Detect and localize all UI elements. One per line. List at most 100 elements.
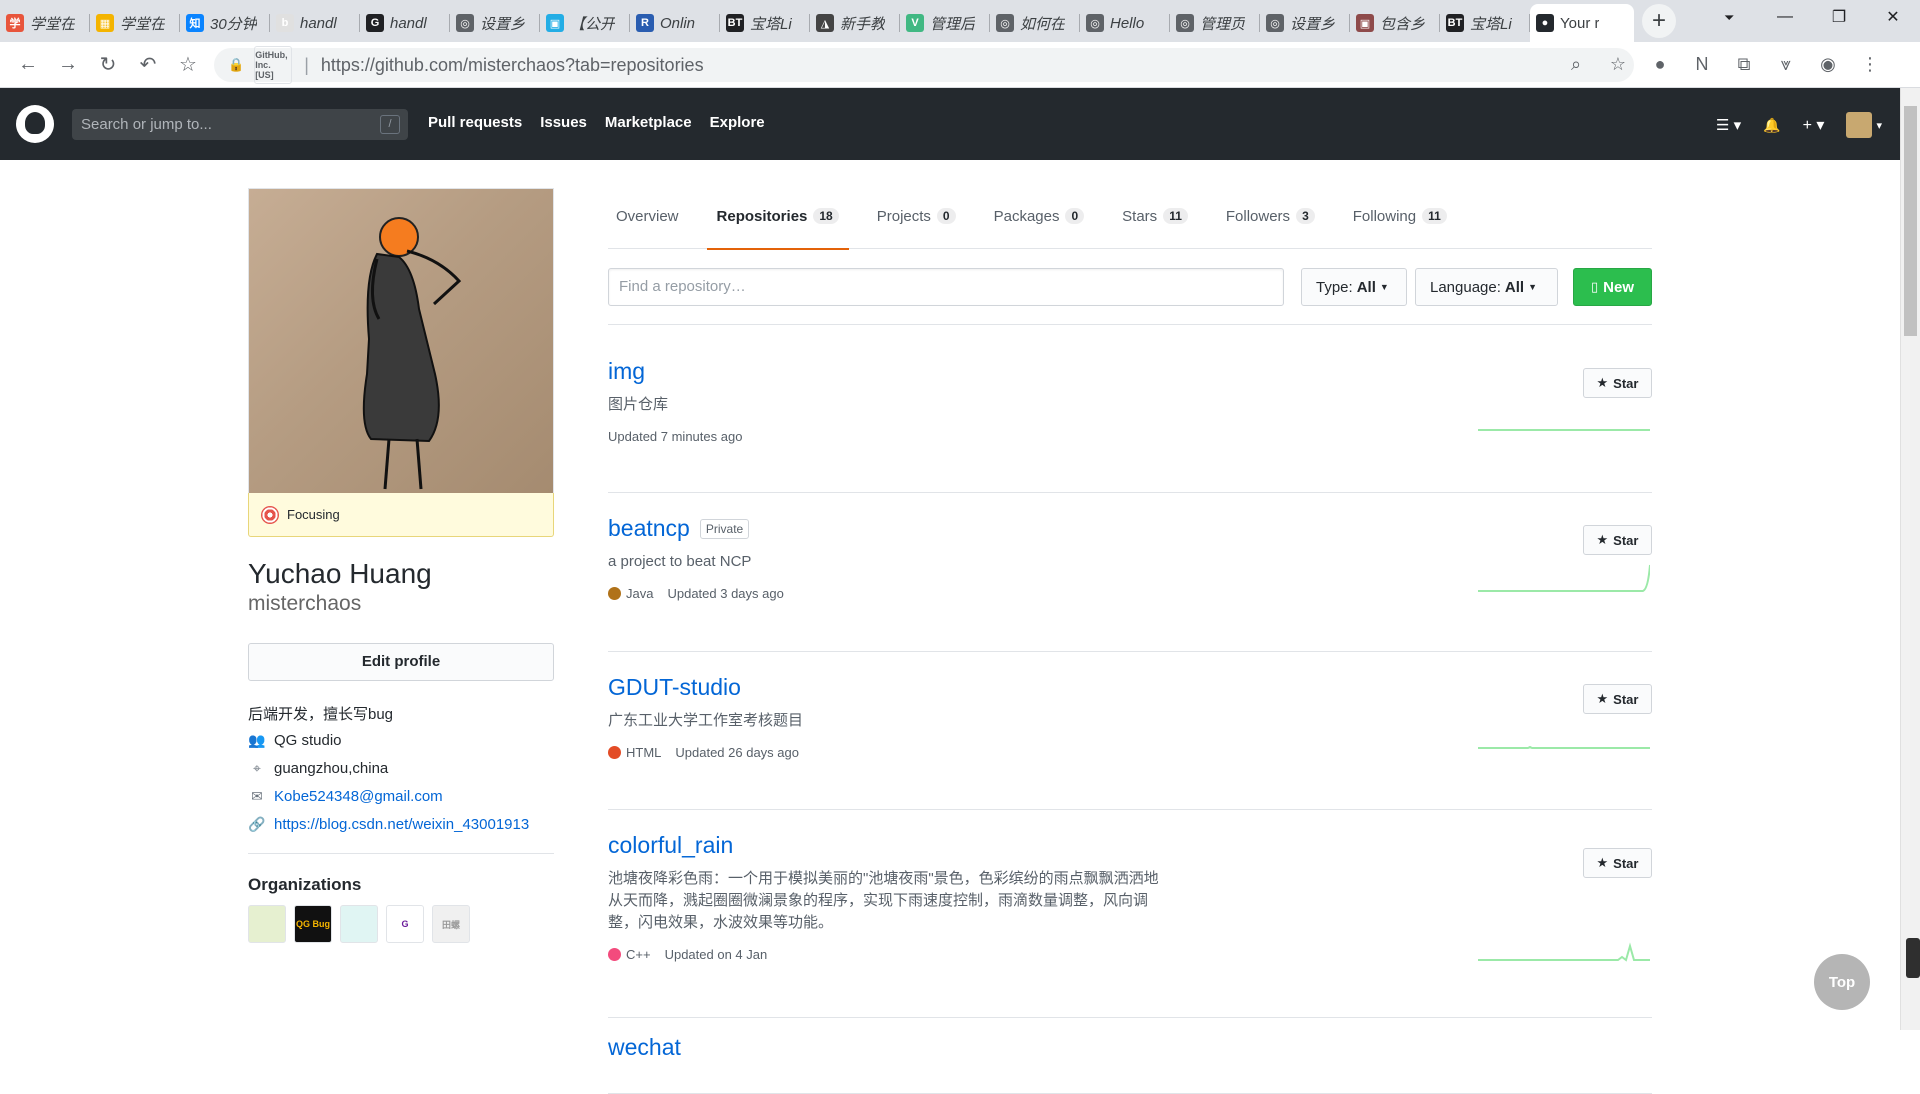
evernote-icon[interactable]: ● [1646, 50, 1674, 78]
undo-icon[interactable]: ↶ [128, 45, 168, 85]
activity-sparkline [1478, 942, 1650, 962]
chevron-down-icon: ▼ [1528, 282, 1537, 292]
tab-following[interactable]: Following 11 [1353, 200, 1447, 249]
star-button[interactable]: ★ Star [1583, 848, 1652, 878]
repo-name-link[interactable]: wechat [608, 1034, 681, 1061]
github-logo-icon[interactable] [16, 105, 54, 143]
star-button[interactable]: ★ Star [1583, 684, 1652, 714]
bookmark-star-icon[interactable]: ☆ [168, 45, 208, 85]
tab-title: 包含乡 [1380, 15, 1426, 33]
page-scrollbar[interactable] [1900, 88, 1920, 1030]
minimize-button[interactable]: — [1758, 0, 1812, 34]
onenote-icon[interactable]: N [1688, 50, 1716, 78]
extensions-icon[interactable]: ⩔ [1772, 50, 1800, 78]
organization-avatar[interactable]: QG Bug [294, 905, 332, 943]
profile-avatar[interactable] [248, 188, 554, 493]
browser-tab[interactable]: ▣ 【公开 [540, 4, 630, 42]
search-input[interactable]: Search or jump to... / [72, 109, 408, 140]
tab-favicon-icon: ◎ [996, 14, 1014, 32]
star-button[interactable]: ★ Star [1583, 525, 1652, 555]
user-status[interactable]: Focusing [248, 493, 554, 537]
side-scroll-indicator [1906, 938, 1920, 978]
star-button[interactable]: ★ Star [1583, 368, 1652, 398]
address-bar[interactable]: 🔒 GitHub, Inc. [US] | https://github.com… [214, 46, 1634, 84]
browser-tab[interactable]: BT 宝塔Li [720, 4, 810, 42]
bookmark-icon[interactable]: ☆ [1604, 50, 1632, 78]
language-name: Java [626, 586, 654, 601]
zoom-icon[interactable]: ⌕ [1562, 50, 1590, 78]
maximize-button[interactable]: ❐ [1812, 0, 1866, 34]
browser-tabs: 学学堂在 ▦ 学堂在知 30分钟 b handl Ghandl ◎ 设置乡 ▣ 【公开 R Onlin B… [0, 4, 1634, 42]
tab-packages[interactable]: Packages 0 [994, 200, 1085, 249]
type-filter-dropdown[interactable]: Type: All ▼ [1301, 268, 1407, 306]
more-menu-icon[interactable]: ⋮ [1856, 50, 1884, 78]
browser-toolbar: ← → ↻ ↶ ☆ 🔒 GitHub, Inc. [US] | https://… [0, 42, 1920, 88]
tab-search-dropdown-icon[interactable]: ⏷ [1724, 10, 1734, 26]
activity-sparkline [1478, 429, 1650, 431]
repo-name-link[interactable]: beatncp [608, 515, 690, 542]
browser-tab[interactable]: ◎ 设置乡 [450, 4, 540, 42]
browser-tab[interactable]: ◎ 管理页 [1170, 4, 1260, 42]
language-value: All [1504, 278, 1525, 296]
close-window-button[interactable]: ✕ [1866, 0, 1920, 34]
repo-name-link[interactable]: img [608, 358, 645, 385]
language-filter-dropdown[interactable]: Language: All ▼ [1415, 268, 1558, 306]
header-nav-marketplace[interactable]: Marketplace [605, 114, 692, 131]
repo-updated: Updated on 4 Jan [664, 947, 768, 962]
bell-icon[interactable]: 🔔 [1763, 117, 1780, 134]
search-placeholder: Search or jump to... [81, 116, 212, 133]
tab-favicon-icon: ▦ [96, 14, 114, 32]
profile-avatar-icon[interactable]: ◉ [1814, 50, 1842, 78]
organization-avatar[interactable]: 田螺 [432, 905, 470, 943]
tab-followers[interactable]: Followers 3 [1226, 200, 1315, 249]
location-pin-icon: ⌖ [253, 759, 261, 776]
browser-tab[interactable]: ◎ 设置乡 [1260, 4, 1350, 42]
browser-tab[interactable]: V 管理后 [900, 4, 990, 42]
tab-overview[interactable]: Overview [616, 200, 679, 249]
new-repository-button[interactable]: ▯ New [1573, 268, 1652, 306]
header-nav-explore[interactable]: Explore [710, 114, 765, 131]
user-menu[interactable]: ▾ [1846, 112, 1882, 138]
browser-tab[interactable]: ▦ 学堂在 [90, 4, 180, 42]
repo-name-link[interactable]: colorful_rain [608, 832, 733, 859]
browser-tab[interactable]: ◎ 如何在 [990, 4, 1080, 42]
forward-button[interactable]: → [48, 45, 88, 85]
reload-button[interactable]: ↻ [88, 45, 128, 85]
tab-repositories[interactable]: Repositories 18 [706, 200, 849, 250]
browser-tab[interactable]: ▣ 包含乡 [1350, 4, 1440, 42]
back-to-top-button[interactable]: Top [1814, 954, 1870, 1010]
browser-tab[interactable]: b handl [270, 4, 360, 42]
new-tab-button[interactable]: + [1642, 4, 1676, 38]
header-nav-issues[interactable]: Issues [540, 114, 587, 131]
tab-favicon-icon: R [636, 14, 654, 32]
browser-tab[interactable]: Ghandl [360, 4, 450, 42]
hamburger-menu-icon[interactable]: ☰ ▾ [1716, 116, 1741, 134]
organization-avatar[interactable]: G [386, 905, 424, 943]
browser-tab[interactable]: R Onlin [630, 4, 720, 42]
tab-favicon-icon: BT [726, 14, 744, 32]
scrollbar-thumb[interactable] [1904, 106, 1917, 336]
find-repository-input[interactable]: Find a repository… [608, 268, 1284, 306]
create-new-dropdown-icon[interactable]: + ▾ [1803, 115, 1825, 135]
header-nav-pull-requests[interactable]: Pull requests [428, 114, 522, 131]
active-browser-tab[interactable]: ● Your r [1530, 4, 1634, 42]
browser-tab[interactable]: ◮ 新手教 [810, 4, 900, 42]
screenshot-icon[interactable]: ⧉ [1730, 50, 1758, 78]
url-text: https://github.com/misterchaos?tab=repos… [320, 54, 704, 75]
email-link[interactable]: Kobe524348@gmail.com [274, 788, 443, 805]
website-link[interactable]: https://blog.csdn.net/weixin_43001913 [274, 816, 529, 833]
organization-avatar[interactable] [248, 905, 286, 943]
edit-profile-button[interactable]: Edit profile [248, 643, 554, 681]
browser-tab[interactable]: ◎ Hello [1080, 4, 1170, 42]
browser-tab[interactable]: BT 宝塔Li [1440, 4, 1530, 42]
filter-divider [608, 324, 1652, 325]
browser-tab[interactable]: 学学堂在 [0, 4, 90, 42]
back-button[interactable]: ← [8, 45, 48, 85]
repo-name-link[interactable]: GDUT-studio [608, 674, 741, 701]
profile-divider [248, 853, 554, 854]
organization-avatar[interactable] [340, 905, 378, 943]
tab-count-badge: 0 [936, 208, 956, 224]
browser-tab[interactable]: 知 30分钟 [180, 4, 270, 42]
tab-projects[interactable]: Projects 0 [877, 200, 956, 249]
tab-stars[interactable]: Stars 11 [1122, 200, 1188, 249]
